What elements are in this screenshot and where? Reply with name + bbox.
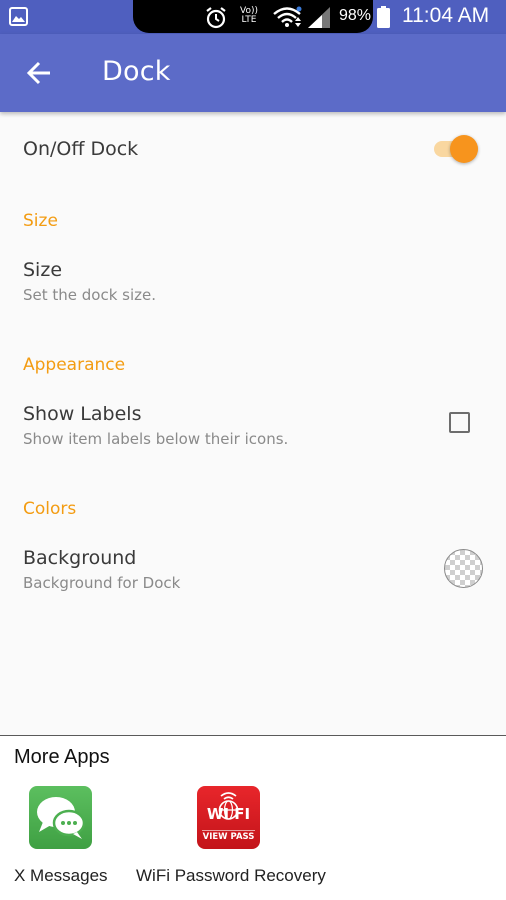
clock: 11:04 AM (402, 4, 490, 27)
chat-bubbles-icon[interactable] (29, 786, 92, 849)
app-bar: Dock (0, 34, 506, 112)
back-button[interactable] (20, 54, 58, 92)
show-labels-preference[interactable]: Show Labels Show item labels below their… (0, 388, 506, 460)
volte-bottom-text: LTE (241, 15, 257, 25)
background-title: Background (23, 547, 137, 569)
status-bar: Vo)) LTE 98% 11:04 AM (0, 0, 506, 34)
more-apps-title: More Apps (14, 746, 110, 768)
wifi-icon (273, 6, 302, 27)
wifi-icon-text: WI FI (206, 805, 251, 823)
battery-percentage: 98% (339, 7, 372, 24)
background-color-swatch[interactable] (444, 549, 483, 588)
app-name-x-messages[interactable]: X Messages (14, 866, 108, 886)
show-labels-summary: Show item labels below their icons. (23, 430, 289, 448)
size-summary: Set the dock size. (23, 286, 157, 304)
category-appearance: Appearance (23, 355, 126, 375)
view-pass-text: VIEW PASS (202, 830, 255, 842)
dock-toggle-label: On/Off Dock (23, 138, 139, 160)
more-apps-panel: More Apps X Messages WI FI VIEW PASS WiF… (0, 736, 506, 900)
volte-icon: Vo)) LTE (240, 7, 258, 25)
size-title: Size (23, 259, 63, 281)
page-title: Dock (102, 56, 171, 87)
dock-toggle-row[interactable]: On/Off Dock (0, 112, 506, 188)
dock-switch[interactable] (432, 134, 482, 164)
size-preference[interactable]: Size Set the dock size. (0, 244, 506, 316)
gallery-notification-icon (9, 7, 28, 26)
arrow-back-icon (26, 61, 50, 85)
wifi-view-pass-icon[interactable]: WI FI VIEW PASS (197, 786, 260, 849)
show-labels-checkbox[interactable] (449, 412, 470, 433)
app-name-wifi-password-recovery[interactable]: WiFi Password Recovery (136, 866, 326, 886)
switch-thumb (450, 135, 478, 163)
cell-signal-icon (308, 7, 330, 28)
background-preference[interactable]: Background Background for Dock (0, 532, 506, 604)
alarm-icon (206, 7, 226, 29)
category-colors: Colors (23, 499, 77, 519)
background-summary: Background for Dock (23, 574, 181, 592)
show-labels-title: Show Labels (23, 403, 142, 425)
x-messages-logo (37, 797, 86, 839)
category-size: Size (23, 211, 58, 231)
battery-icon (377, 6, 390, 28)
